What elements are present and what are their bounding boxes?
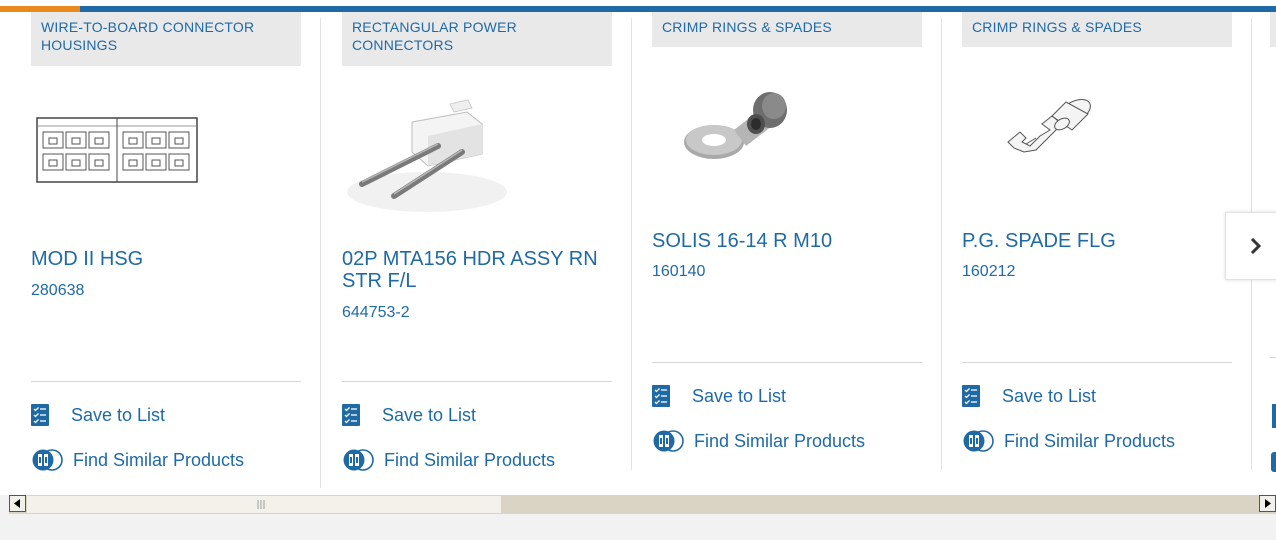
checklist-icon (962, 385, 980, 407)
find-similar-button[interactable]: Find Similar Products (31, 448, 244, 472)
horizontal-scrollbar[interactable] (9, 495, 1276, 514)
divider (342, 381, 612, 382)
save-to-list-button[interactable]: Save to List (962, 385, 1096, 407)
header-assembly-image[interactable] (342, 94, 512, 214)
spade-terminal-image[interactable] (1002, 94, 1102, 164)
scroll-gutter (0, 495, 9, 514)
arrow-right-icon (1265, 499, 1271, 508)
save-to-list-label: Save to List (382, 404, 477, 425)
category-label[interactable]: CRIMP RINGS & SPADES (652, 12, 922, 47)
find-similar-button[interactable]: Find Similar Products (962, 429, 1175, 453)
similar-products-icon (963, 430, 994, 452)
card-separator (320, 18, 321, 488)
product-carousel: WIRE-TO-BOARD CONNECTOR HOUSINGS MOD II … (0, 12, 1276, 492)
arrow-left-icon (14, 499, 20, 508)
part-number-link[interactable]: 280638 (31, 282, 84, 300)
product-name-link[interactable]: P.G. SPADE FLG (962, 230, 1222, 252)
product-name-link[interactable]: 02P MTA156 HDR ASSY RN STR F/L (342, 248, 602, 292)
save-to-list-label: Save to List (1002, 385, 1097, 406)
next-card-category-peek (1270, 12, 1276, 47)
divider (652, 362, 922, 363)
similar-products-icon (32, 449, 63, 471)
category-label[interactable]: WIRE-TO-BOARD CONNECTOR HOUSINGS (31, 12, 301, 66)
save-to-list-label: Save to List (71, 404, 166, 425)
next-card-divider-peek (1270, 357, 1276, 358)
part-number-link[interactable]: 160212 (962, 263, 1015, 281)
scroll-left-button[interactable] (9, 495, 26, 512)
ring-terminal-image[interactable] (682, 90, 802, 170)
next-card-similar-icon-peek (1271, 452, 1276, 472)
similar-products-icon (653, 430, 684, 452)
divider (962, 362, 1232, 363)
save-to-list-label: Save to List (692, 385, 787, 406)
scroll-right-button[interactable] (1259, 495, 1276, 512)
product-card: WIRE-TO-BOARD CONNECTOR HOUSINGS MOD II … (31, 12, 301, 487)
divider (31, 381, 301, 382)
product-name-link[interactable]: SOLIS 16-14 R M10 (652, 230, 912, 252)
similar-products-icon (343, 449, 374, 471)
chevron-right-icon (1250, 237, 1262, 255)
find-similar-label: Find Similar Products (1004, 430, 1176, 451)
card-separator (941, 18, 942, 470)
checklist-icon (31, 404, 49, 426)
find-similar-button[interactable]: Find Similar Products (342, 448, 555, 472)
find-similar-label: Find Similar Products (73, 449, 245, 470)
product-name-link[interactable]: MOD II HSG (31, 248, 291, 270)
connector-housing-image[interactable] (35, 116, 199, 184)
checklist-icon (652, 385, 670, 407)
checklist-icon (342, 404, 360, 426)
carousel-next-button[interactable] (1225, 212, 1276, 280)
part-number-link[interactable]: 160140 (652, 263, 705, 281)
find-similar-label: Find Similar Products (694, 430, 866, 451)
grip-icon (257, 500, 265, 509)
category-label[interactable]: RECTANGULAR POWER CONNECTORS (342, 12, 612, 66)
save-to-list-button[interactable]: Save to List (342, 404, 476, 426)
scrollbar-thumb[interactable] (27, 496, 501, 513)
card-separator (631, 18, 632, 470)
product-card: RECTANGULAR POWER CONNECTORS 02P MTA156 … (342, 12, 612, 487)
next-card-save-icon-peek (1272, 404, 1276, 428)
category-label[interactable]: CRIMP RINGS & SPADES (962, 12, 1232, 47)
save-to-list-button[interactable]: Save to List (31, 404, 165, 426)
part-number-link[interactable]: 644753-2 (342, 304, 410, 322)
find-similar-label: Find Similar Products (384, 449, 556, 470)
find-similar-button[interactable]: Find Similar Products (652, 429, 865, 453)
product-card: CRIMP RINGS & SPADES SOLIS 16-14 R M10 1… (652, 12, 922, 487)
bottom-band (0, 514, 1276, 540)
save-to-list-button[interactable]: Save to List (652, 385, 786, 407)
product-card: CRIMP RINGS & SPADES P.G. SPADE FLG 1602… (962, 12, 1232, 487)
